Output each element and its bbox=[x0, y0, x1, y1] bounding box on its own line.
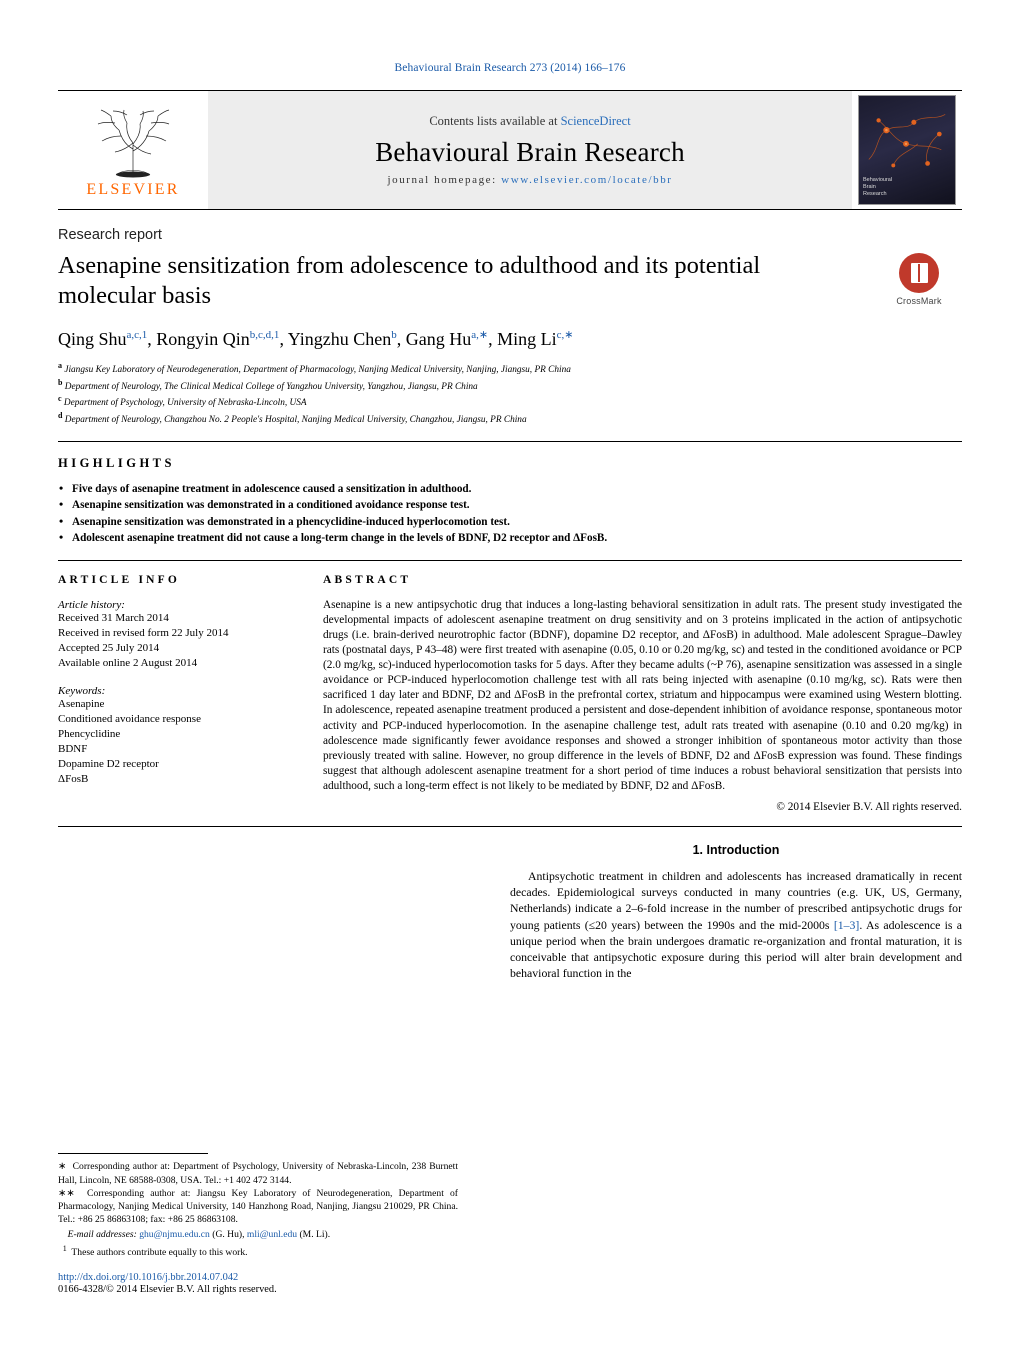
keywords-title: Keywords: bbox=[58, 684, 106, 697]
email-who-hu: (G. Hu), bbox=[212, 1229, 245, 1241]
highlight-item: Adolescent asenapine treatment did not c… bbox=[58, 529, 962, 547]
publisher-logo: ELSEVIER bbox=[58, 91, 208, 209]
introduction-paragraph: Antipsychotic treatment in children and … bbox=[510, 868, 962, 981]
publisher-name: ELSEVIER bbox=[86, 181, 180, 198]
crossmark-icon bbox=[899, 253, 939, 293]
corresponding-author-note-1: ∗ Corresponding author at: Department of… bbox=[58, 1161, 458, 1186]
introduction-heading: 1. Introduction bbox=[692, 842, 780, 857]
masthead-center: Contents lists available at ScienceDirec… bbox=[208, 91, 852, 209]
keyword-item: ΔFosB bbox=[58, 772, 89, 785]
citation-link[interactable]: [1–3] bbox=[834, 918, 860, 932]
journal-cover-image: Behavioural Brain Research bbox=[852, 91, 962, 209]
journal-masthead: ELSEVIER Contents lists available at Sci… bbox=[58, 90, 962, 210]
keyword-item: Conditioned avoidance response bbox=[58, 712, 201, 725]
homepage-label: journal homepage: bbox=[387, 174, 497, 186]
keyword-item: Asenapine bbox=[58, 697, 105, 710]
affiliation-a: a Jiangsu Key Laboratory of Neurodegener… bbox=[58, 361, 571, 376]
keyword-item: Dopamine D2 receptor bbox=[58, 757, 159, 770]
body-column-left bbox=[58, 843, 510, 981]
journal-article-page: Behavioural Brain Research 273 (2014) 16… bbox=[0, 0, 1020, 1351]
highlights-heading: HIGHLIGHTS bbox=[58, 455, 175, 470]
elsevier-tree-icon bbox=[97, 109, 170, 178]
abstract-column: ABSTRACT Asenapine is a new antipsychoti… bbox=[323, 574, 962, 813]
journal-homepage-line: journal homepage: www.elsevier.com/locat… bbox=[387, 174, 672, 186]
history-received: Received 31 March 2014 bbox=[58, 611, 169, 624]
author-3: Yingzhu Chenb bbox=[287, 329, 397, 349]
crossmark-label: CrossMark bbox=[896, 296, 942, 306]
neuron-illustration-icon bbox=[868, 114, 946, 168]
highlight-item: Asenapine sensitization was demonstrated… bbox=[58, 496, 962, 514]
corresponding-author-note-2: ∗∗ Corresponding author at: Jiangsu Key … bbox=[58, 1187, 458, 1226]
affiliation-d: d Department of Neurology, Changzhou No.… bbox=[58, 411, 527, 426]
author-2: Rongyin Qinb,c,d,1 bbox=[156, 329, 280, 349]
divider-after-affiliations bbox=[58, 440, 962, 442]
email-link-li[interactable]: mli@unl.edu bbox=[247, 1229, 297, 1240]
history-revised: Received in revised form 22 July 2014 bbox=[58, 626, 229, 639]
sciencedirect-link[interactable]: ScienceDirect bbox=[561, 114, 631, 128]
author-list: Qing Shua,c,1, Rongyin Qinb,c,d,1, Yingz… bbox=[58, 329, 574, 349]
homepage-url[interactable]: www.elsevier.com/locate/bbr bbox=[501, 174, 672, 186]
doi-link[interactable]: http://dx.doi.org/10.1016/j.bbr.2014.07.… bbox=[58, 1272, 458, 1283]
abstract-copyright: © 2014 Elsevier B.V. All rights reserved… bbox=[776, 800, 962, 813]
divider-after-abstract bbox=[58, 825, 962, 827]
keyword-item: BDNF bbox=[58, 742, 88, 755]
email-link-hu[interactable]: ghu@njmu.edu.cn bbox=[139, 1229, 210, 1240]
running-head: Behavioural Brain Research 273 (2014) 16… bbox=[394, 62, 626, 74]
footnotes-block: ∗ Corresponding author at: Department of… bbox=[58, 1153, 458, 1295]
abstract-heading: ABSTRACT bbox=[323, 573, 412, 586]
history-online: Available online 2 August 2014 bbox=[58, 656, 198, 669]
body-columns: 1. Introduction Antipsychotic treatment … bbox=[58, 843, 962, 981]
highlights-list: Five days of asenapine treatment in adol… bbox=[58, 480, 962, 547]
email-who-li: (M. Li). bbox=[299, 1229, 331, 1241]
highlight-item: Five days of asenapine treatment in adol… bbox=[58, 480, 962, 498]
journal-title: Behavioural Brain Research bbox=[375, 137, 685, 167]
equal-contribution-note: 1 These authors contribute equally to th… bbox=[62, 1243, 248, 1258]
info-abstract-columns: ARTICLE INFO Article history: Received 3… bbox=[58, 574, 962, 813]
abstract-text: Asenapine is a new antipsychotic drug th… bbox=[323, 598, 962, 792]
article-info-heading: ARTICLE INFO bbox=[58, 573, 181, 586]
title-row: Asenapine sensitization from adolescence… bbox=[58, 243, 962, 311]
email-note: E-mail addresses: ghu@njmu.edu.cn (G. Hu… bbox=[58, 1228, 458, 1241]
issn-copyright: 0166-4328/© 2014 Elsevier B.V. All right… bbox=[58, 1284, 277, 1295]
page-title: Asenapine sensitization from adolescence… bbox=[58, 252, 761, 309]
contents-text: Contents lists available at bbox=[429, 114, 561, 128]
history-accepted: Accepted 25 July 2014 bbox=[58, 641, 160, 654]
contents-line: Contents lists available at ScienceDirec… bbox=[429, 114, 630, 129]
divider-after-highlights bbox=[58, 559, 962, 561]
footnote-divider bbox=[58, 1153, 208, 1155]
crossmark-badge[interactable]: CrossMark bbox=[876, 253, 962, 306]
author-1: Qing Shua,c,1 bbox=[58, 329, 148, 349]
body-column-right: 1. Introduction Antipsychotic treatment … bbox=[510, 843, 962, 981]
email-label: E-mail addresses: bbox=[67, 1229, 137, 1241]
article-history-title: Article history: bbox=[58, 598, 125, 611]
keyword-item: Phencyclidine bbox=[58, 727, 121, 740]
affiliation-list: a Jiangsu Key Laboratory of Neurodegener… bbox=[58, 360, 962, 427]
highlight-item: Asenapine sensitization was demonstrated… bbox=[58, 513, 962, 531]
affiliation-b: b Department of Neurology, The Clinical … bbox=[58, 377, 478, 392]
author-4: Gang Hua,∗ bbox=[405, 329, 489, 349]
cover-journal-name: Behavioural Brain Research bbox=[863, 177, 893, 197]
article-section-type: Research report bbox=[58, 227, 162, 243]
affiliation-c: c Department of Psychology, University o… bbox=[58, 394, 307, 409]
article-info-column: ARTICLE INFO Article history: Received 3… bbox=[58, 574, 323, 813]
author-5: Ming Lic,∗ bbox=[497, 329, 574, 349]
